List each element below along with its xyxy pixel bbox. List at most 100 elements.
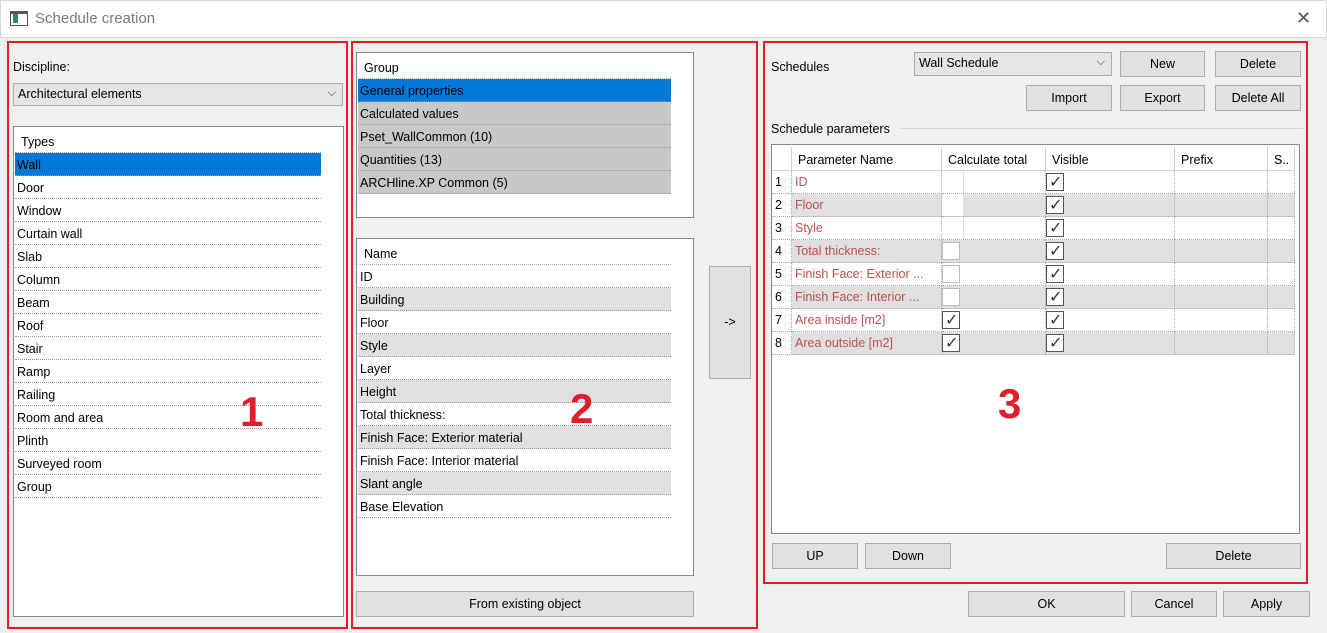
visible-cell[interactable] — [1046, 263, 1175, 286]
calculate-total-cell[interactable] — [942, 332, 1046, 355]
types-list-item[interactable]: Wall — [15, 153, 321, 176]
types-list-item[interactable]: Door — [15, 176, 321, 199]
suffix-cell[interactable] — [1268, 286, 1295, 309]
prefix-cell[interactable] — [1175, 286, 1268, 309]
group-list-item[interactable]: General properties — [358, 79, 671, 102]
name-list[interactable]: Name ID Building Floor Style Layer Height Tota… — [356, 238, 694, 576]
visible-checkbox[interactable] — [1046, 287, 1064, 307]
name-list-item[interactable]: Finish Face: Interior material — [358, 449, 671, 472]
name-list-item[interactable]: Height — [358, 380, 671, 403]
group-list-item[interactable]: Pset_WallCommon (10) — [358, 125, 671, 148]
types-list-item[interactable]: Beam — [15, 291, 321, 314]
discipline-dropdown[interactable]: Architectural elements ⌵ — [13, 83, 343, 106]
name-list-item[interactable]: Slant angle — [358, 472, 671, 495]
name-list-item[interactable]: Layer — [358, 357, 671, 380]
add-parameter-button[interactable]: -> — [709, 266, 751, 379]
calculate-total-checkbox[interactable] — [942, 333, 960, 353]
schedule-dropdown[interactable]: Wall Schedule ⌵ — [914, 52, 1112, 76]
calculate-total-cell[interactable] — [942, 309, 1046, 332]
name-list-item[interactable]: ID — [358, 265, 671, 288]
calculate-total-checkbox[interactable] — [942, 288, 960, 306]
parameter-name-cell[interactable]: Finish Face: Exterior ... — [792, 263, 942, 286]
delete-all-button[interactable]: Delete All — [1215, 85, 1301, 111]
types-list[interactable]: Types Wall Door Window Curtain wall Slab Colu… — [13, 126, 344, 617]
name-list-item[interactable]: Total thickness: — [358, 403, 671, 426]
calculate-total-checkbox[interactable] — [942, 242, 960, 260]
parameter-name-cell[interactable]: Total thickness: — [792, 240, 942, 263]
name-list-item[interactable]: Finish Face: Exterior material — [358, 426, 671, 449]
parameters-table[interactable]: Parameter Name Calculate total Visible P… — [771, 144, 1300, 534]
suffix-cell[interactable] — [1268, 217, 1295, 240]
group-list-item[interactable]: ARCHline.XP Common (5) — [358, 171, 671, 194]
visible-cell[interactable] — [1046, 171, 1175, 194]
visible-cell[interactable] — [1046, 194, 1175, 217]
suffix-cell[interactable] — [1268, 309, 1295, 332]
group-list-item[interactable]: Quantities (13) — [358, 148, 671, 171]
suffix-cell[interactable] — [1268, 240, 1295, 263]
calculate-total-checkbox[interactable] — [942, 310, 960, 330]
visible-checkbox[interactable] — [1046, 172, 1064, 192]
suffix-cell[interactable] — [1268, 263, 1295, 286]
types-list-item[interactable]: Roof — [15, 314, 321, 337]
calculate-total-cell[interactable] — [942, 286, 1046, 309]
parameter-name-cell[interactable]: ID — [792, 171, 942, 194]
types-list-item[interactable]: Stair — [15, 337, 321, 360]
group-list[interactable]: Group General properties Calculated value… — [356, 52, 694, 218]
visible-cell[interactable] — [1046, 286, 1175, 309]
suffix-cell[interactable] — [1268, 332, 1295, 355]
visible-checkbox[interactable] — [1046, 333, 1064, 353]
prefix-cell[interactable] — [1175, 332, 1268, 355]
delete-schedule-button[interactable]: Delete — [1215, 51, 1301, 77]
column-header-visible[interactable]: Visible — [1046, 147, 1175, 171]
parameter-name-cell[interactable]: Floor — [792, 194, 942, 217]
suffix-cell[interactable] — [1268, 194, 1295, 217]
visible-checkbox[interactable] — [1046, 218, 1064, 238]
delete-parameter-button[interactable]: Delete — [1166, 543, 1301, 569]
apply-button[interactable]: Apply — [1223, 591, 1310, 617]
calculate-total-cell[interactable] — [942, 240, 1046, 263]
calculate-total-checkbox[interactable] — [942, 265, 960, 283]
calculate-total-cell[interactable] — [942, 263, 1046, 286]
prefix-cell[interactable] — [1175, 217, 1268, 240]
suffix-cell[interactable] — [1268, 171, 1295, 194]
visible-checkbox[interactable] — [1046, 241, 1064, 261]
close-icon[interactable]: ✕ — [1296, 8, 1311, 29]
move-down-button[interactable]: Down — [865, 543, 951, 569]
prefix-cell[interactable] — [1175, 309, 1268, 332]
visible-cell[interactable] — [1046, 309, 1175, 332]
prefix-cell[interactable] — [1175, 194, 1268, 217]
new-schedule-button[interactable]: New — [1120, 51, 1205, 77]
move-up-button[interactable]: UP — [772, 543, 858, 569]
visible-cell[interactable] — [1046, 217, 1175, 240]
visible-cell[interactable] — [1046, 240, 1175, 263]
cancel-button[interactable]: Cancel — [1131, 591, 1217, 617]
types-list-item[interactable]: Window — [15, 199, 321, 222]
parameter-name-cell[interactable]: Area outside [m2] — [792, 332, 942, 355]
parameter-name-cell[interactable]: Finish Face: Interior ... — [792, 286, 942, 309]
prefix-cell[interactable] — [1175, 263, 1268, 286]
name-list-item[interactable]: Floor — [358, 311, 671, 334]
column-header-calculate-total[interactable]: Calculate total — [942, 147, 1046, 171]
types-list-item[interactable]: Group — [15, 475, 321, 498]
visible-checkbox[interactable] — [1046, 310, 1064, 330]
export-button[interactable]: Export — [1120, 85, 1205, 111]
parameter-name-cell[interactable]: Style — [792, 217, 942, 240]
ok-button[interactable]: OK — [968, 591, 1125, 617]
calculate-total-cell[interactable] — [942, 217, 1046, 240]
types-list-item[interactable]: Slab — [15, 245, 321, 268]
types-list-item[interactable]: Surveyed room — [15, 452, 321, 475]
visible-checkbox[interactable] — [1046, 195, 1064, 215]
group-list-item[interactable]: Calculated values — [358, 102, 671, 125]
visible-checkbox[interactable] — [1046, 264, 1064, 284]
types-list-item[interactable]: Ramp — [15, 360, 321, 383]
types-list-item[interactable]: Column — [15, 268, 321, 291]
column-header-prefix[interactable]: Prefix — [1175, 147, 1268, 171]
types-list-item[interactable]: Room and area — [15, 406, 321, 429]
prefix-cell[interactable] — [1175, 240, 1268, 263]
column-header-suffix[interactable]: S.. — [1268, 147, 1295, 171]
visible-cell[interactable] — [1046, 332, 1175, 355]
calculate-total-cell[interactable] — [942, 171, 1046, 194]
name-list-item[interactable]: Building — [358, 288, 671, 311]
column-header-parameter-name[interactable]: Parameter Name — [792, 147, 942, 171]
calculate-total-cell[interactable] — [942, 194, 1046, 217]
